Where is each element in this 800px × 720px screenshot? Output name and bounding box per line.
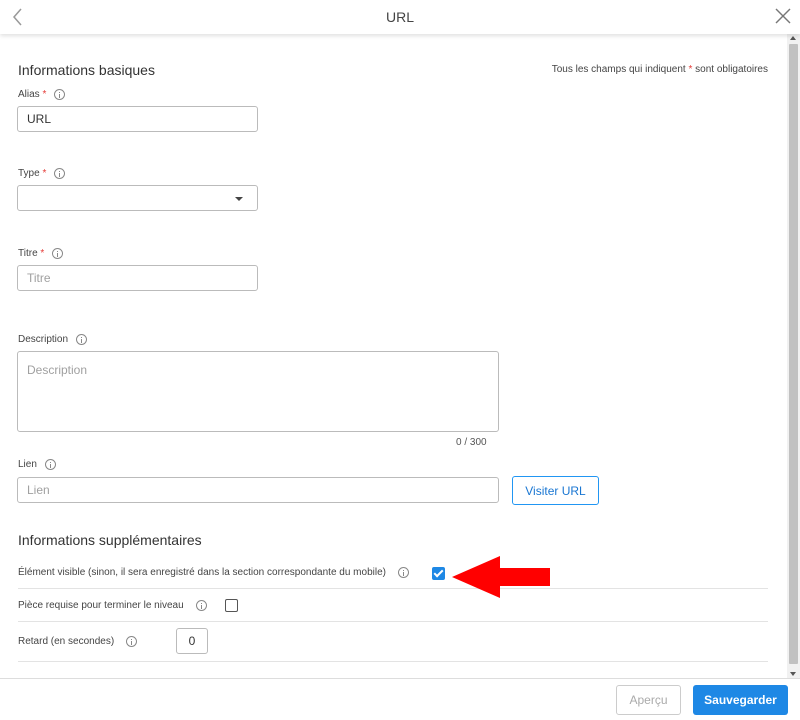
title-input[interactable]: Titre <box>17 265 258 291</box>
alias-input[interactable]: URL <box>17 106 258 132</box>
scroll-down-icon[interactable] <box>790 672 796 676</box>
delay-row: Retard (en secondes) 0 <box>18 622 768 662</box>
info-icon[interactable] <box>76 334 88 345</box>
visible-label: Élément visible (sinon, il sera enregist… <box>18 567 409 578</box>
visible-row: Élément visible (sinon, il sera enregist… <box>18 556 768 589</box>
dialog-title: URL <box>385 9 414 25</box>
title-label: Titre * <box>18 248 64 259</box>
save-button[interactable]: Sauvegarder <box>693 685 788 715</box>
delay-input[interactable]: 0 <box>176 628 208 654</box>
preview-button[interactable]: Aperçu <box>616 685 681 715</box>
required-piece-checkbox[interactable] <box>225 599 238 612</box>
required-piece-row: Pièce requise pour terminer le niveau <box>18 589 768 622</box>
scrollbar-thumb[interactable] <box>789 44 798 664</box>
type-select[interactable] <box>17 185 258 211</box>
info-icon[interactable] <box>54 168 66 179</box>
scrollbar[interactable] <box>787 34 800 678</box>
link-input[interactable]: Lien <box>17 477 499 503</box>
info-icon[interactable] <box>397 567 409 578</box>
section-title-basic: Informations basiques <box>18 62 155 78</box>
description-label: Description <box>18 334 88 345</box>
info-icon[interactable] <box>195 600 207 611</box>
annotation-arrow-icon <box>452 556 550 598</box>
form-content: Informations basiques Tous les champs qu… <box>0 34 786 678</box>
caret-down-icon <box>235 197 243 201</box>
dialog-header: URL <box>0 0 800 34</box>
info-icon[interactable] <box>44 459 56 470</box>
link-label: Lien <box>18 459 56 470</box>
required-fields-note: Tous les champs qui indiquent * sont obl… <box>551 64 768 75</box>
visit-url-button[interactable]: Visiter URL <box>512 476 599 505</box>
scroll-up-icon[interactable] <box>790 36 796 40</box>
info-icon[interactable] <box>54 89 66 100</box>
alias-label: Alias * <box>18 89 66 100</box>
type-label: Type * <box>18 168 66 179</box>
description-textarea[interactable]: Description <box>17 351 499 432</box>
close-icon[interactable] <box>774 7 792 25</box>
delay-label: Retard (en secondes) <box>18 636 138 647</box>
section-title-extra: Informations supplémentaires <box>18 532 202 548</box>
visible-checkbox[interactable] <box>432 567 445 580</box>
info-icon[interactable] <box>126 636 138 647</box>
description-char-counter: 0 / 300 <box>456 437 487 448</box>
required-piece-label: Pièce requise pour terminer le niveau <box>18 600 207 611</box>
info-icon[interactable] <box>52 248 64 259</box>
